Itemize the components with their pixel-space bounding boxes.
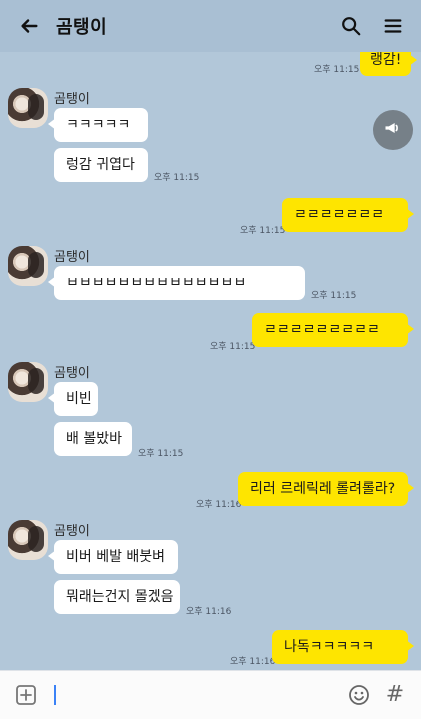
- message-bubble[interactable]: ㄹㄹㄹㄹㄹㄹㄹ: [282, 198, 414, 232]
- message-text: 비빈: [66, 391, 92, 407]
- menu-icon[interactable]: [379, 12, 407, 40]
- message-text: ㄹㄹㄹㄹㄹㄹㄹ: [294, 207, 385, 223]
- message-text: ㅂㅂㅂㅂㅂㅂㅂㅂㅂㅂㅂㅂㅂㅂ: [66, 275, 247, 291]
- plus-icon[interactable]: [12, 681, 40, 709]
- back-arrow-icon[interactable]: [16, 13, 42, 39]
- avatar[interactable]: [8, 520, 48, 560]
- message-time: 오후 11:15: [314, 65, 360, 75]
- hash-icon[interactable]: #: [381, 681, 409, 709]
- sender-name: 곰탱이: [54, 92, 90, 107]
- message-text: 배 볼밨바: [66, 431, 122, 447]
- message-input-bar: #: [0, 670, 421, 719]
- message-bubble[interactable]: ㄹㄹㄹㄹㄹㄹㄹㄹㄹ: [252, 313, 414, 347]
- message-bubble[interactable]: 나독ㅋㅋㅋㅋㅋ: [272, 630, 414, 664]
- chat-area[interactable]: 오후 11:15 랭감! 곰탱이 ㅋㅋㅋㅋㅋ 렁감 귀엽다 오후 11:15 오…: [0, 52, 421, 670]
- chat-title: 곰탱이: [56, 17, 108, 38]
- message-text: 렁감 귀엽다: [66, 157, 135, 173]
- message-bubble[interactable]: ㅋㅋㅋㅋㅋ: [48, 108, 148, 142]
- message-bubble[interactable]: 랭감!: [360, 52, 418, 76]
- avatar[interactable]: [8, 88, 48, 128]
- sender-name: 곰탱이: [54, 524, 90, 539]
- avatar[interactable]: [8, 246, 48, 286]
- message-text: 랭감!: [370, 52, 402, 68]
- message-time: 오후 11:15: [138, 449, 184, 459]
- megaphone-icon: [383, 118, 403, 142]
- message-time: 오후 11:16: [186, 607, 232, 617]
- avatar[interactable]: [8, 362, 48, 402]
- message-time: 오후 11:15: [240, 226, 286, 236]
- message-time: 오후 11:16: [196, 500, 242, 510]
- message-text: ㄹㄹㄹㄹㄹㄹㄹㄹㄹ: [264, 322, 380, 338]
- text-cursor: [54, 685, 56, 705]
- message-text: ㅋㅋㅋㅋㅋ: [66, 117, 131, 133]
- message-bubble[interactable]: 비빈: [48, 382, 98, 416]
- message-text: 리러 르레릭레 롤려롤라?: [250, 481, 396, 497]
- message-bubble[interactable]: 렁감 귀엽다: [54, 148, 148, 182]
- message-time: 오후 11:16: [230, 657, 276, 667]
- sender-name: 곰탱이: [54, 366, 90, 381]
- megaphone-button[interactable]: [373, 110, 413, 150]
- sender-name: 곰탱이: [54, 250, 90, 265]
- message-time: 오후 11:15: [154, 173, 200, 183]
- message-time: 오후 11:15: [311, 291, 357, 301]
- message-text: 뭐래는건지 몰겠음: [66, 589, 174, 605]
- message-bubble[interactable]: 비버 베발 배붓벼: [48, 540, 178, 574]
- message-bubble[interactable]: 뭐래는건지 몰겠음: [54, 580, 180, 614]
- message-bubble[interactable]: ㅂㅂㅂㅂㅂㅂㅂㅂㅂㅂㅂㅂㅂㅂ: [48, 266, 305, 300]
- search-icon[interactable]: [337, 12, 365, 40]
- message-bubble[interactable]: 리러 르레릭레 롤려롤라?: [238, 472, 414, 506]
- message-text: 나독ㅋㅋㅋㅋㅋ: [284, 639, 375, 655]
- chat-header: 곰탱이: [0, 0, 421, 52]
- message-bubble[interactable]: 배 볼밨바: [54, 422, 132, 456]
- emoji-icon[interactable]: [345, 681, 373, 709]
- message-text: 비버 베발 배붓벼: [66, 549, 166, 565]
- message-input[interactable]: [52, 681, 327, 709]
- message-time: 오후 11:15: [210, 342, 256, 352]
